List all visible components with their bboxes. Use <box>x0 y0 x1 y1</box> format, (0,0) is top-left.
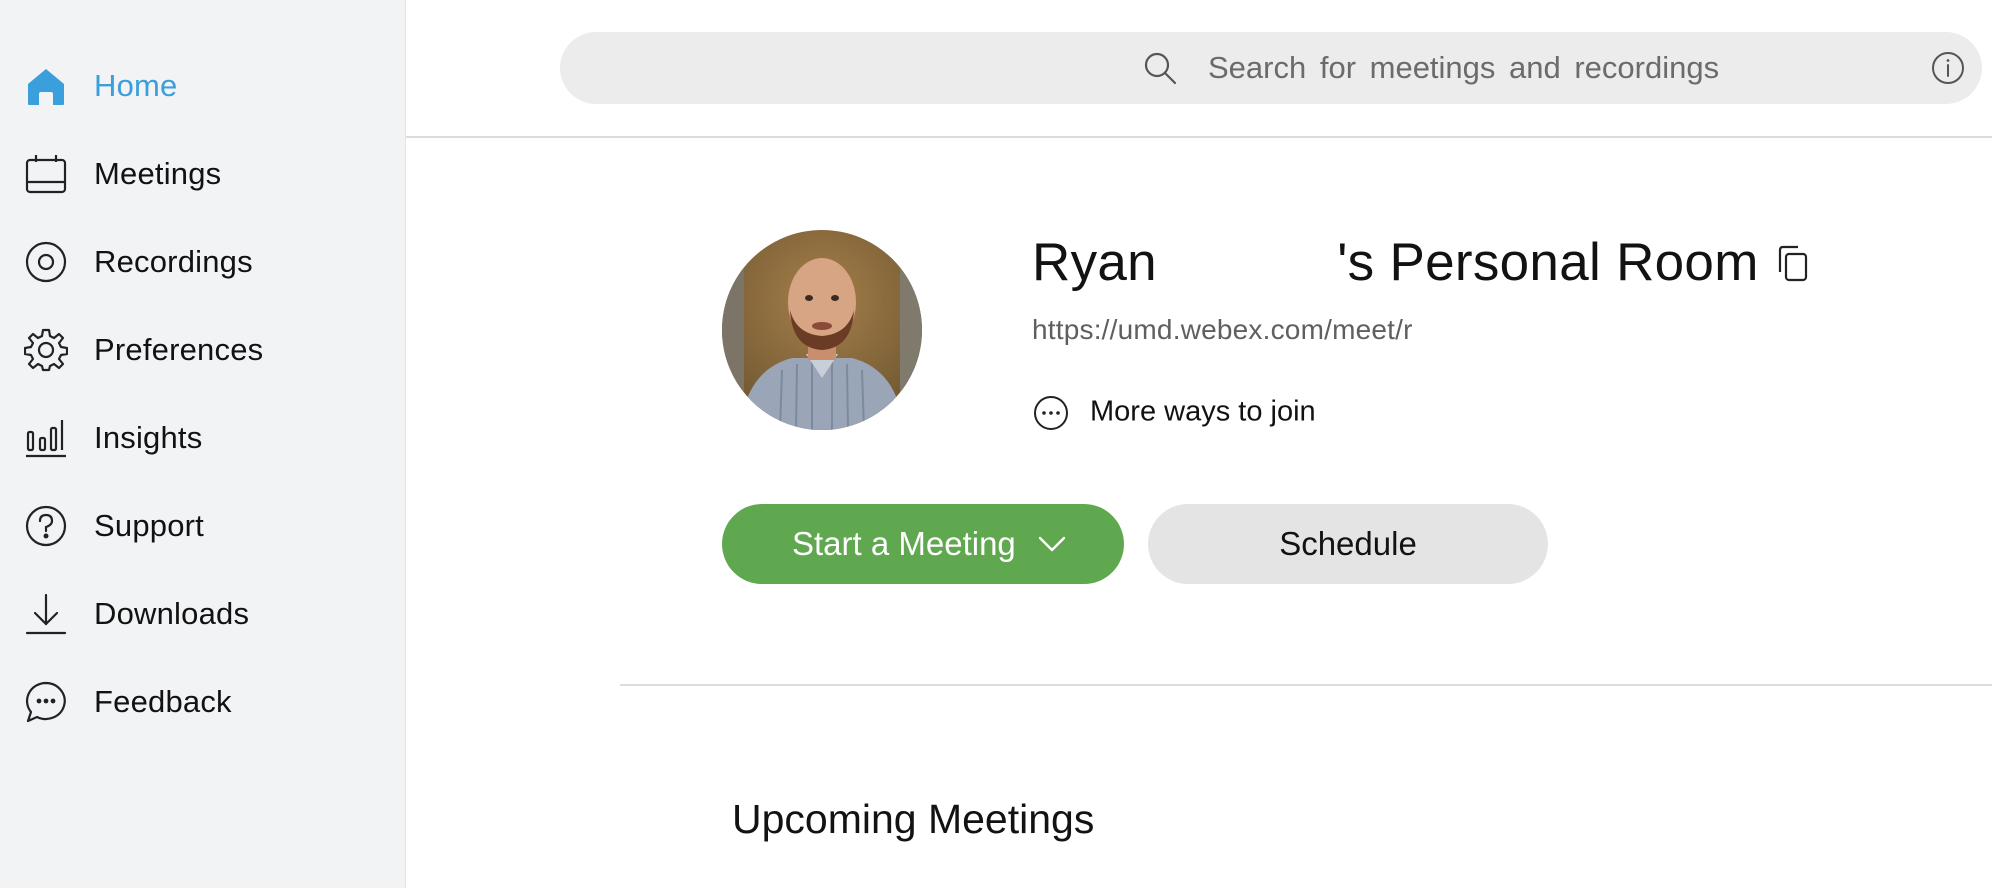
bar-chart-icon <box>24 416 68 460</box>
search-placeholder: Search for meetings and recordings <box>1208 50 1720 85</box>
sidebar-item-support[interactable]: Support <box>0 490 406 562</box>
top-bar: Search for meetings and recordings <box>406 0 1992 138</box>
calendar-icon <box>24 152 68 196</box>
download-icon <box>24 592 68 636</box>
chat-bubble-icon <box>24 680 68 724</box>
sidebar-item-label: Recordings <box>94 244 253 279</box>
start-meeting-label: Start a Meeting <box>792 525 1016 562</box>
personal-room-url[interactable]: https://umd.webex.com/meet/r <box>1032 314 1442 346</box>
gear-icon <box>24 328 68 372</box>
sidebar-item-recordings[interactable]: Recordings <box>0 226 406 298</box>
copy-icon[interactable] <box>1776 244 1810 284</box>
help-icon <box>24 504 68 548</box>
schedule-button[interactable]: Schedule <box>1148 504 1548 584</box>
sidebar-item-insights[interactable]: Insights <box>0 402 406 474</box>
section-divider <box>620 684 1992 686</box>
avatar <box>722 230 922 430</box>
sidebar: Home Meetings Recordings Preferences Ins… <box>0 0 406 888</box>
sidebar-item-preferences[interactable]: Preferences <box>0 314 406 386</box>
search-icon <box>1142 50 1178 86</box>
search-input[interactable]: Search for meetings and recordings <box>560 32 1982 104</box>
more-ways-label: More ways to join <box>1090 395 1316 428</box>
home-icon <box>24 64 68 108</box>
sidebar-item-label: Feedback <box>94 684 232 719</box>
sidebar-item-label: Downloads <box>94 596 250 631</box>
sidebar-item-feedback[interactable]: Feedback <box>0 666 406 738</box>
sidebar-item-home[interactable]: Home <box>0 50 406 122</box>
sidebar-item-label: Meetings <box>94 156 222 191</box>
sidebar-item-meetings[interactable]: Meetings <box>0 138 406 210</box>
sidebar-item-label: Home <box>94 68 178 103</box>
start-meeting-button[interactable]: Start a Meeting <box>722 504 1124 584</box>
info-icon[interactable] <box>1930 50 1966 86</box>
upcoming-meetings-heading: Upcoming Meetings <box>732 796 1095 842</box>
chevron-down-icon[interactable] <box>1036 532 1068 556</box>
schedule-label: Schedule <box>1279 525 1417 562</box>
more-ways-to-join-link[interactable]: More ways to join <box>1032 390 1362 434</box>
personal-room-title: Ryan 's Personal Room <box>1032 233 1759 292</box>
more-options-icon <box>1032 394 1070 432</box>
sidebar-item-label: Preferences <box>94 332 264 367</box>
sidebar-item-downloads[interactable]: Downloads <box>0 578 406 650</box>
recording-icon <box>24 240 68 284</box>
sidebar-item-label: Insights <box>94 420 203 455</box>
sidebar-item-label: Support <box>94 508 204 543</box>
